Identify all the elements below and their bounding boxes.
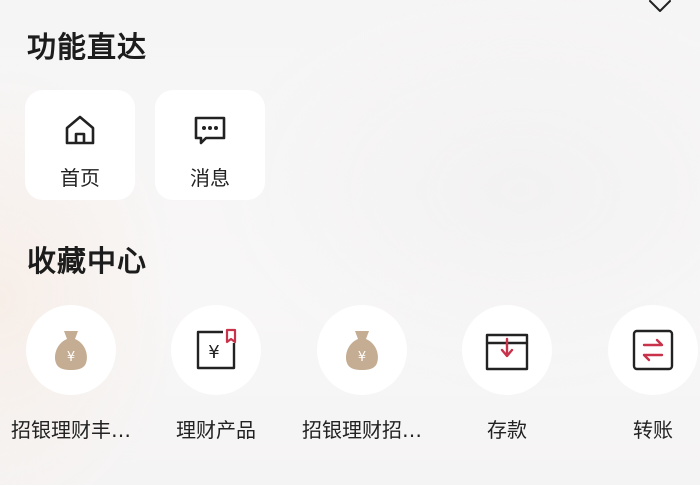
favorite-icon-circle: [462, 305, 552, 395]
favorite-icon-circle: ¥: [171, 305, 261, 395]
favorite-item-transfer[interactable]: 转账: [578, 305, 700, 443]
favorite-icon-circle: ¥: [317, 305, 407, 395]
close-button[interactable]: [645, 0, 675, 18]
favorite-label: 理财产品: [176, 418, 256, 442]
close-icon: [649, 0, 671, 12]
transfer-icon: [632, 329, 674, 371]
quick-access-messages[interactable]: 消息: [155, 90, 265, 200]
svg-text:¥: ¥: [358, 350, 366, 365]
deposit-icon: [485, 333, 529, 371]
favorite-icon-circle: ¥: [26, 305, 116, 395]
money-bag-icon: ¥: [55, 331, 87, 370]
favorite-label: 存款: [487, 418, 527, 442]
favorite-icon-circle: [608, 305, 698, 395]
favorite-item-cmb-wealth-zhao[interactable]: ¥ 招银理财招…: [287, 305, 437, 443]
home-icon: [65, 115, 95, 145]
quick-access-home-label: 首页: [60, 166, 100, 190]
favorite-item-wealth-products[interactable]: ¥ 理财产品: [141, 305, 291, 443]
svg-text:¥: ¥: [208, 342, 219, 363]
favorite-item-deposits[interactable]: 存款: [432, 305, 582, 443]
favorites-title: 收藏中心: [27, 244, 148, 278]
favorite-label: 转账: [633, 418, 673, 442]
favorite-item-cmb-wealth-feng[interactable]: ¥ 招银理财丰…: [0, 305, 146, 443]
quick-access-title: 功能直达: [27, 30, 148, 64]
quick-access-home[interactable]: 首页: [25, 90, 135, 200]
wealth-product-icon: ¥: [196, 328, 237, 370]
quick-access-messages-label: 消息: [190, 166, 230, 190]
favorite-label: 招银理财丰…: [11, 418, 131, 442]
money-bag-icon: ¥: [346, 331, 378, 370]
favorite-label: 招银理财招…: [302, 418, 422, 442]
svg-text:¥: ¥: [67, 350, 75, 365]
message-icon: [194, 116, 226, 145]
